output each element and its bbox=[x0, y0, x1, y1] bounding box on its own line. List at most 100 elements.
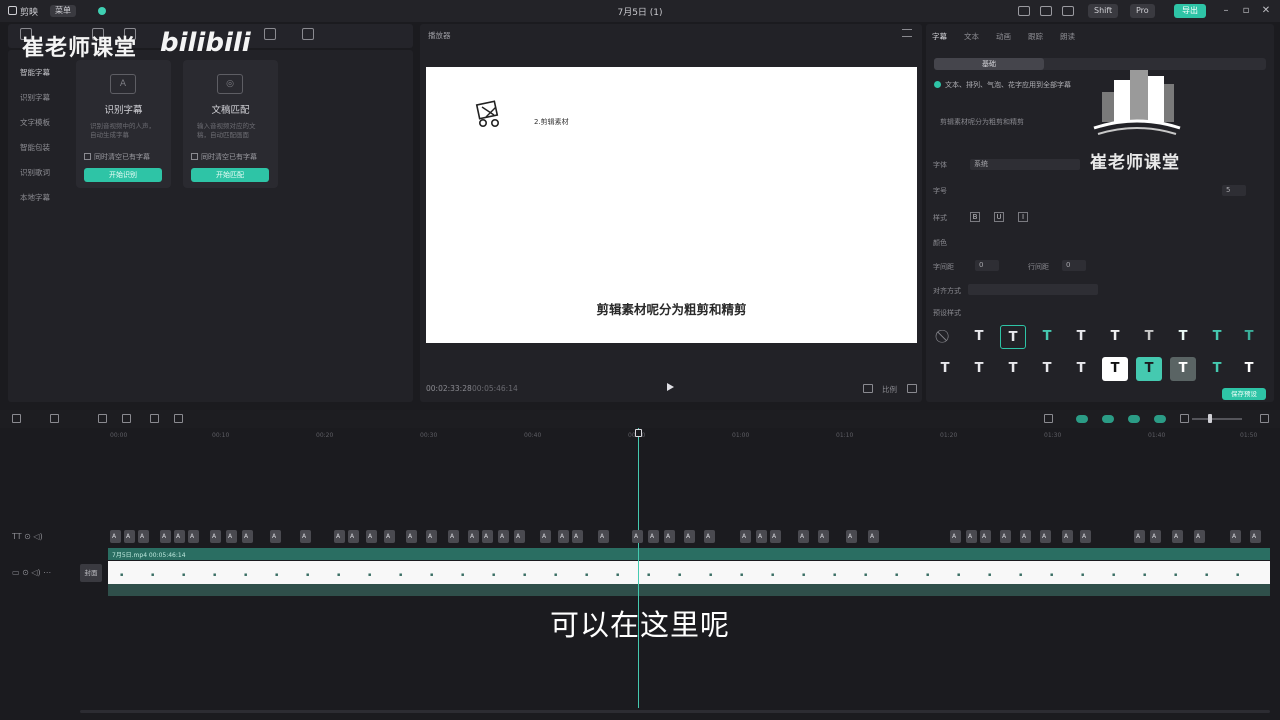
tab-read[interactable]: 朗读 bbox=[1060, 31, 1075, 42]
text-clip[interactable]: A bbox=[174, 530, 185, 543]
text-clip[interactable]: A bbox=[1000, 530, 1011, 543]
preset-style-17[interactable]: T bbox=[1170, 357, 1196, 381]
zoom-slider-handle[interactable] bbox=[1208, 414, 1212, 423]
text-clip[interactable]: A bbox=[770, 530, 781, 543]
italic-button[interactable]: I bbox=[1018, 212, 1028, 222]
size-input[interactable]: 5 bbox=[1222, 185, 1246, 196]
linkage-icon[interactable] bbox=[1128, 415, 1140, 423]
zoom-slider[interactable] bbox=[1192, 418, 1242, 420]
play-icon[interactable] bbox=[667, 383, 674, 391]
ratio-button[interactable]: 比例 bbox=[882, 384, 897, 395]
text-clip[interactable]: A bbox=[798, 530, 809, 543]
pro-button[interactable]: Pro bbox=[1130, 4, 1155, 18]
text-clip[interactable]: A bbox=[226, 530, 237, 543]
text-clip[interactable]: A bbox=[572, 530, 583, 543]
text-clip[interactable]: A bbox=[598, 530, 609, 543]
split-icon[interactable] bbox=[98, 414, 107, 423]
keyboard-icon[interactable] bbox=[1040, 6, 1052, 16]
align-control[interactable] bbox=[968, 284, 1098, 295]
playhead-handle[interactable] bbox=[635, 429, 642, 437]
subtitle-text-input[interactable]: 剪辑素材呢分为粗剪和精剪 bbox=[940, 117, 1024, 127]
text-clip[interactable]: A bbox=[300, 530, 311, 543]
select-icon[interactable] bbox=[12, 414, 21, 423]
preset-none-icon[interactable]: ⃠ bbox=[932, 325, 958, 349]
nav-item-local[interactable]: 本地字幕 bbox=[8, 185, 68, 210]
tab-text[interactable]: 文本 bbox=[964, 31, 979, 42]
playhead[interactable] bbox=[638, 428, 639, 708]
nav-item-recognize[interactable]: 识别字幕 bbox=[8, 85, 68, 110]
text-clip[interactable]: A bbox=[160, 530, 171, 543]
text-clip[interactable]: A bbox=[966, 530, 977, 543]
text-clip[interactable]: A bbox=[632, 530, 643, 543]
text-clip[interactable]: A bbox=[366, 530, 377, 543]
preset-style-15[interactable]: T bbox=[1102, 357, 1128, 381]
filter-icon[interactable] bbox=[264, 28, 276, 40]
close-icon[interactable]: ✕ bbox=[1260, 5, 1272, 17]
preset-style-12[interactable]: T bbox=[1000, 357, 1026, 381]
text-clip[interactable]: A bbox=[514, 530, 525, 543]
layout-icon[interactable] bbox=[1018, 6, 1030, 16]
text-clip[interactable]: A bbox=[756, 530, 767, 543]
nav-item-template[interactable]: 文字模板 bbox=[8, 110, 68, 135]
text-clip[interactable]: A bbox=[124, 530, 135, 543]
nav-item-package[interactable]: 智能包装 bbox=[8, 135, 68, 160]
start-match-button[interactable]: 开始匹配 bbox=[191, 168, 269, 182]
adjust-icon[interactable] bbox=[302, 28, 314, 40]
tab-animation[interactable]: 动画 bbox=[996, 31, 1011, 42]
preset-style-8[interactable]: T bbox=[1204, 325, 1230, 349]
text-clip[interactable]: A bbox=[1230, 530, 1241, 543]
text-clip[interactable]: A bbox=[138, 530, 149, 543]
minimize-icon[interactable]: – bbox=[1220, 5, 1232, 17]
text-clip[interactable]: A bbox=[540, 530, 551, 543]
text-clip[interactable]: A bbox=[1150, 530, 1161, 543]
zoom-out-icon[interactable] bbox=[1180, 414, 1189, 423]
text-clip[interactable]: A bbox=[1062, 530, 1073, 543]
text-clip[interactable]: A bbox=[1172, 530, 1183, 543]
preset-style-19[interactable]: T bbox=[1236, 357, 1262, 381]
text-clip[interactable]: A bbox=[818, 530, 829, 543]
canvas-caption[interactable]: 剪辑素材呢分为粗剪和精剪 bbox=[426, 299, 917, 318]
timeline-ruler[interactable] bbox=[108, 430, 1274, 440]
split-right-icon[interactable] bbox=[150, 414, 159, 423]
cover-button[interactable]: 封面 bbox=[80, 564, 102, 582]
text-clip[interactable]: A bbox=[468, 530, 479, 543]
preset-style-3[interactable]: T bbox=[1034, 325, 1060, 349]
preview-menu-icon[interactable] bbox=[902, 29, 912, 37]
text-clip[interactable]: A bbox=[242, 530, 253, 543]
mic-icon[interactable] bbox=[1044, 414, 1053, 423]
text-clip[interactable]: A bbox=[1250, 530, 1261, 543]
text-clip[interactable]: A bbox=[482, 530, 493, 543]
text-clip[interactable]: A bbox=[1080, 530, 1091, 543]
text-clip[interactable]: A bbox=[1040, 530, 1051, 543]
nav-item-lyrics[interactable]: 识别歌词 bbox=[8, 160, 68, 185]
preset-style-2[interactable]: T bbox=[1000, 325, 1026, 349]
tab-tracking[interactable]: 跟踪 bbox=[1028, 31, 1043, 42]
preview-axis-icon[interactable] bbox=[1154, 415, 1166, 423]
preset-style-4[interactable]: T bbox=[1068, 325, 1094, 349]
text-clip[interactable]: A bbox=[950, 530, 961, 543]
snap-icon[interactable] bbox=[1102, 415, 1114, 423]
preset-style-18[interactable]: T bbox=[1204, 357, 1230, 381]
text-clip[interactable]: A bbox=[664, 530, 675, 543]
preset-style-1[interactable]: T bbox=[966, 325, 992, 349]
line-spacing-input[interactable]: 0 bbox=[1062, 260, 1086, 271]
segment-basic[interactable]: 基础 bbox=[934, 58, 1044, 70]
preview-canvas[interactable]: 2.剪辑素材 剪辑素材呢分为粗剪和精剪 bbox=[426, 67, 917, 343]
text-clip[interactable]: A bbox=[1020, 530, 1031, 543]
fullscreen-icon[interactable] bbox=[907, 384, 917, 393]
text-clip[interactable]: A bbox=[348, 530, 359, 543]
text-clip[interactable]: A bbox=[188, 530, 199, 543]
text-clip[interactable]: A bbox=[210, 530, 221, 543]
text-clip[interactable]: A bbox=[384, 530, 395, 543]
video-clip-header[interactable] bbox=[108, 548, 1270, 560]
font-select[interactable]: 系统 bbox=[970, 159, 1080, 170]
nav-item-smart-subtitle[interactable]: 智能字幕 bbox=[8, 60, 68, 85]
text-clip[interactable]: A bbox=[498, 530, 509, 543]
shortcut-button[interactable]: Shift bbox=[1088, 4, 1119, 18]
preset-style-7[interactable]: T bbox=[1170, 325, 1196, 349]
link-icon[interactable] bbox=[1076, 415, 1088, 423]
delete-icon[interactable] bbox=[174, 414, 183, 423]
start-recognize-button[interactable]: 开始识别 bbox=[84, 168, 162, 182]
video-clip-thumbnails[interactable] bbox=[108, 561, 1270, 584]
text-clip[interactable]: A bbox=[868, 530, 879, 543]
